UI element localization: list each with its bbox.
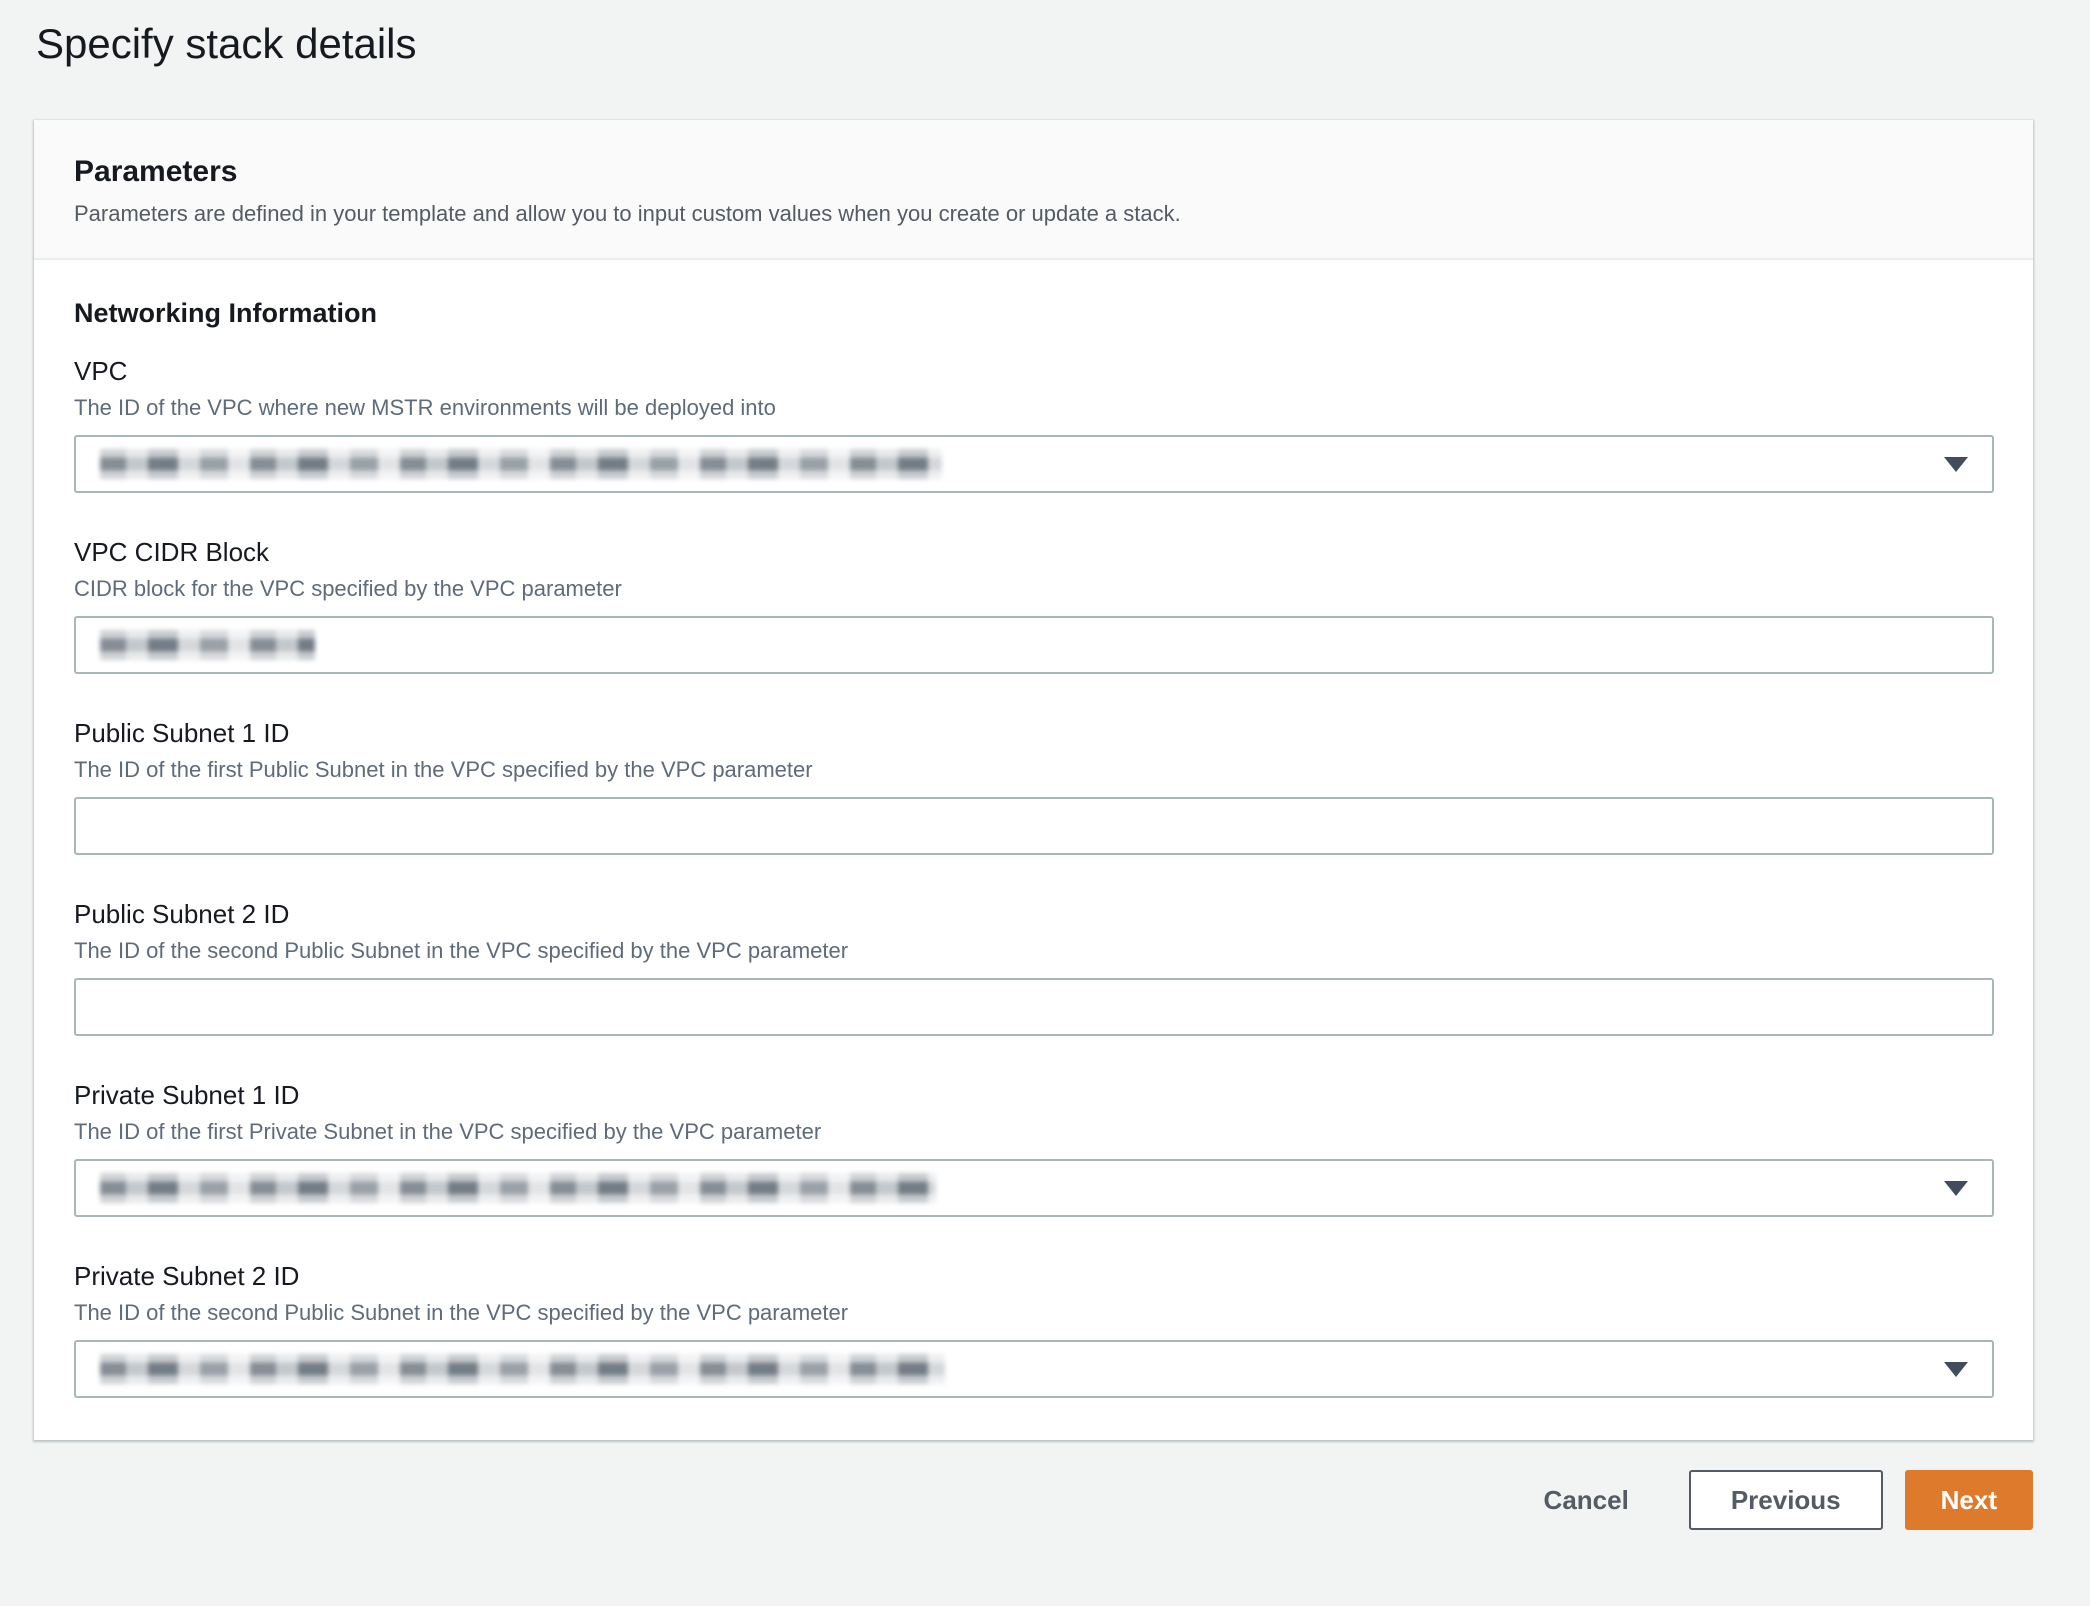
caret-down-icon bbox=[1944, 1362, 1968, 1377]
parameters-panel-body: Networking Information VPC The ID of the… bbox=[34, 260, 2033, 1440]
parameters-panel: Parameters Parameters are defined in you… bbox=[34, 120, 2033, 1440]
field-group-private-subnet-1: Private Subnet 1 ID The ID of the first … bbox=[74, 1078, 1995, 1217]
private-subnet-1-description: The ID of the first Private Subnet in th… bbox=[74, 1117, 1995, 1147]
field-group-public-subnet-2: Public Subnet 2 ID The ID of the second … bbox=[74, 897, 1995, 1036]
panel-title: Parameters bbox=[74, 154, 1993, 190]
previous-button[interactable]: Previous bbox=[1689, 1470, 1883, 1530]
private-subnet-2-label: Private Subnet 2 ID bbox=[74, 1259, 1995, 1293]
private-subnet-2-description: The ID of the second Public Subnet in th… bbox=[74, 1298, 1995, 1328]
redacted-value bbox=[100, 630, 315, 660]
field-group-private-subnet-2: Private Subnet 2 ID The ID of the second… bbox=[74, 1259, 1995, 1398]
field-group-vpc-cidr: VPC CIDR Block CIDR block for the VPC sp… bbox=[74, 535, 1995, 674]
parameters-panel-header: Parameters Parameters are defined in you… bbox=[34, 120, 2033, 260]
wizard-action-bar: Cancel Previous Next bbox=[0, 1470, 2033, 1530]
page-title: Specify stack details bbox=[36, 16, 2090, 72]
private-subnet-1-select[interactable] bbox=[74, 1159, 1994, 1217]
redacted-value bbox=[100, 1354, 945, 1384]
public-subnet-2-label: Public Subnet 2 ID bbox=[74, 897, 1995, 931]
vpc-cidr-description: CIDR block for the VPC specified by the … bbox=[74, 574, 1995, 604]
caret-down-icon bbox=[1944, 457, 1968, 472]
vpc-cidr-input[interactable] bbox=[74, 616, 1994, 674]
vpc-select[interactable] bbox=[74, 435, 1994, 493]
public-subnet-1-description: The ID of the first Public Subnet in the… bbox=[74, 755, 1995, 785]
redacted-value bbox=[100, 1173, 936, 1203]
public-subnet-2-description: The ID of the second Public Subnet in th… bbox=[74, 936, 1995, 966]
redacted-value bbox=[100, 449, 942, 479]
public-subnet-2-input[interactable] bbox=[74, 978, 1994, 1036]
field-group-vpc: VPC The ID of the VPC where new MSTR env… bbox=[74, 354, 1995, 493]
next-button[interactable]: Next bbox=[1905, 1470, 2033, 1530]
section-heading-networking: Networking Information bbox=[74, 296, 1995, 330]
caret-down-icon bbox=[1944, 1181, 1968, 1196]
private-subnet-1-label: Private Subnet 1 ID bbox=[74, 1078, 1995, 1112]
public-subnet-1-label: Public Subnet 1 ID bbox=[74, 716, 1995, 750]
public-subnet-1-input[interactable] bbox=[74, 797, 1994, 855]
vpc-description: The ID of the VPC where new MSTR environ… bbox=[74, 393, 1995, 423]
panel-description: Parameters are defined in your template … bbox=[74, 200, 1993, 228]
field-group-public-subnet-1: Public Subnet 1 ID The ID of the first P… bbox=[74, 716, 1995, 855]
cancel-button[interactable]: Cancel bbox=[1534, 1470, 1639, 1530]
vpc-cidr-label: VPC CIDR Block bbox=[74, 535, 1995, 569]
vpc-label: VPC bbox=[74, 354, 1995, 388]
private-subnet-2-select[interactable] bbox=[74, 1340, 1994, 1398]
